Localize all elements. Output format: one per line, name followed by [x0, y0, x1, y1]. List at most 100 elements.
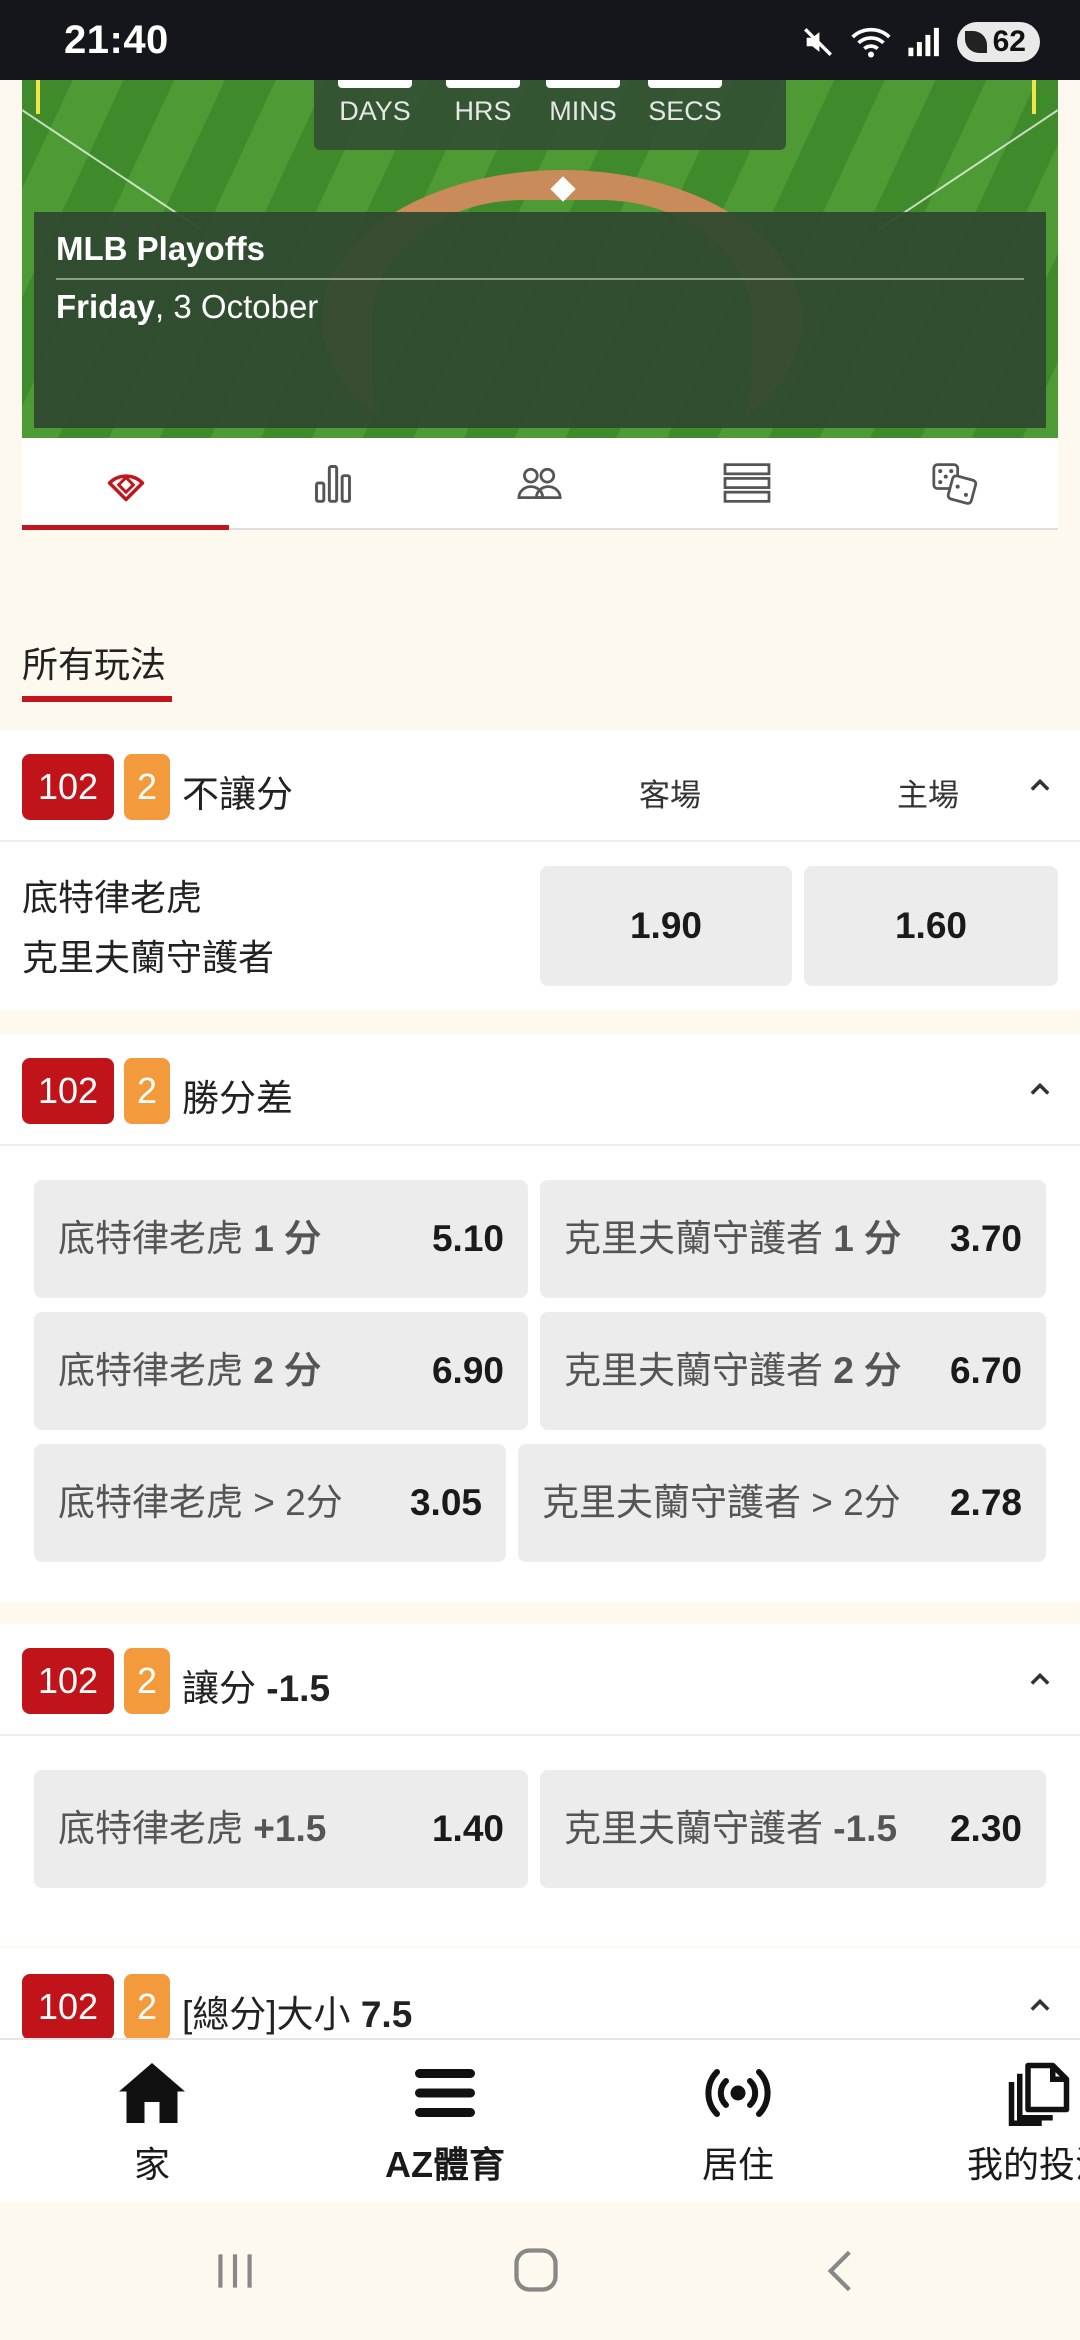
players-icon [517, 467, 562, 500]
nav-az-sports-label: AZ體育 [385, 2144, 505, 2185]
event-day: Friday [56, 288, 156, 325]
pick-odds: 2.78 [949, 1482, 1022, 1523]
event-hero-banner: DAYS HRS MINS SECS MLB Playoffs Friday, … [22, 80, 1058, 438]
countdown-mins-label: MINS [549, 96, 617, 126]
status-icons: 62 [801, 22, 1040, 62]
nav-home[interactable]: 家 [100, 2060, 204, 2188]
countdown-secs-label: SECS [648, 96, 722, 126]
live-broadcast-icon [705, 2069, 771, 2117]
nav-my-bets-label: 我的投注 [966, 2144, 1080, 2185]
signal-icon [908, 27, 939, 57]
wifi-icon [851, 27, 891, 58]
pick-margin: 1 分 [833, 1218, 902, 1259]
odds-home-button[interactable]: 1.60 [804, 866, 1058, 986]
pick-odds: 3.70 [949, 1218, 1022, 1259]
nav-az-sports[interactable]: AZ體育 [370, 2060, 520, 2188]
chevron-up-icon[interactable] [1026, 1992, 1054, 2020]
tab-stats[interactable] [229, 438, 436, 528]
countdown: DAYS HRS MINS SECS [314, 80, 786, 150]
pick-label: 克里夫蘭守護者 2 分 [564, 1312, 901, 1430]
pick-label: 底特律老虎 +1.5 [58, 1770, 326, 1888]
handicap-pick-button[interactable]: 克里夫蘭守護者 -1.5 2.30 [540, 1770, 1046, 1888]
system-navigation-bar [0, 2202, 1080, 2340]
pick-margin: > 2分 [253, 1482, 343, 1523]
pick-margin: 1 分 [253, 1218, 322, 1259]
pick-team: 底特律老虎 [58, 1482, 243, 1523]
chevron-up-icon[interactable] [1026, 772, 1054, 800]
market-title-text: 讓分 [182, 1668, 267, 1709]
team-away-name: 底特律老虎 [22, 877, 203, 918]
market-title: 勝分差 [182, 1078, 293, 1119]
market-teams: 底特律老虎 克里夫蘭守護者 [22, 868, 274, 988]
countdown-mins-value [546, 80, 620, 88]
nav-live[interactable]: 居住 [686, 2060, 790, 2188]
pick-team: 底特律老虎 [58, 1350, 243, 1391]
pick-odds: 3.05 [409, 1482, 482, 1523]
pick-margin: 2 分 [833, 1350, 902, 1391]
pick-label: 克里夫蘭守護者 1 分 [564, 1180, 901, 1298]
pick-label: 底特律老虎 > 2分 [58, 1444, 343, 1562]
sport-code-badge: 102 [22, 754, 114, 820]
bottom-nav: 家 AZ體育 居住 我的投注 [0, 2038, 1080, 2202]
tab-casino[interactable] [851, 438, 1058, 528]
tab-lineups[interactable] [436, 438, 643, 528]
margin-pick-button[interactable]: 克里夫蘭守護者 2 分 6.70 [540, 1312, 1046, 1430]
countdown-hours-value [446, 80, 520, 88]
market-header[interactable]: 102 2 勝分差 [0, 1034, 1080, 1146]
chevron-up-icon[interactable] [1026, 1666, 1054, 1694]
countdown-days-label: DAYS [339, 96, 411, 126]
market-header[interactable]: 102 2 [總分]大小 7.5 [0, 1948, 1080, 2038]
event-info: MLB Playoffs Friday, 3 October [34, 212, 1046, 428]
pick-margin: > 2分 [811, 1482, 901, 1523]
recent-apps-icon[interactable] [210, 2246, 260, 2296]
pick-odds: 2.30 [949, 1808, 1022, 1849]
period-badge: 2 [124, 1648, 170, 1714]
margin-pick-button[interactable]: 底特律老虎 1 分 5.10 [34, 1180, 528, 1298]
tab-standings[interactable] [644, 438, 851, 528]
countdown-days-value [338, 80, 412, 88]
list-icon [723, 463, 771, 503]
market-header[interactable]: 102 2 讓分 -1.5 [0, 1624, 1080, 1736]
pick-label: 底特律老虎 1 分 [58, 1180, 321, 1298]
market-header[interactable]: 102 2 不讓分 客場 主場 [0, 730, 1080, 842]
pick-odds: 6.90 [431, 1350, 504, 1391]
margin-pick-button[interactable]: 底特律老虎 > 2分 3.05 [34, 1444, 506, 1562]
period-badge: 2 [124, 754, 170, 820]
margin-pick-button[interactable]: 克里夫蘭守護者 > 2分 2.78 [518, 1444, 1046, 1562]
period-badge: 2 [124, 1974, 170, 2038]
handicap-pick-button[interactable]: 底特律老虎 +1.5 1.40 [34, 1770, 528, 1888]
pick-team: 底特律老虎 [58, 1218, 243, 1259]
market-totals: 102 2 [總分]大小 7.5 [0, 1948, 1080, 2038]
pick-label: 克里夫蘭守護者 > 2分 [542, 1444, 901, 1562]
market-title-line: -1.5 [266, 1668, 331, 1709]
pick-team: 克里夫蘭守護者 [564, 1218, 823, 1259]
odds-away-button[interactable]: 1.90 [540, 866, 792, 986]
copy-docs-icon [1008, 2062, 1070, 2126]
sport-code-badge: 102 [22, 1974, 114, 2038]
margin-pick-button[interactable]: 克里夫蘭守護者 1 分 3.70 [540, 1180, 1046, 1298]
pick-margin: 2 分 [253, 1350, 322, 1391]
team-home-name: 克里夫蘭守護者 [22, 937, 275, 978]
pick-label: 克里夫蘭守護者 -1.5 [564, 1770, 897, 1888]
margin-pick-button[interactable]: 底特律老虎 2 分 6.90 [34, 1312, 528, 1430]
event-date: Friday, 3 October [56, 288, 318, 326]
pick-odds: 5.10 [431, 1218, 504, 1259]
pick-label: 底特律老虎 2 分 [58, 1312, 321, 1430]
market-title: [總分]大小 7.5 [182, 1984, 412, 2038]
countdown-secs-value [648, 80, 722, 88]
section-title[interactable]: 所有玩法 [22, 636, 166, 688]
pick-odds: 6.70 [949, 1350, 1022, 1391]
mute-icon [803, 28, 832, 56]
home-system-icon[interactable] [510, 2244, 562, 2296]
pick-line: +1.5 [253, 1808, 327, 1849]
bar-chart-icon [314, 465, 351, 503]
pick-team: 克里夫蘭守護者 [542, 1482, 801, 1523]
column-header-home: 主場 [897, 778, 959, 813]
nav-live-label: 居住 [701, 2144, 774, 2185]
chevron-up-icon[interactable] [1026, 1076, 1054, 1104]
nav-my-bets[interactable]: 我的投注 [954, 2060, 1080, 2188]
back-icon[interactable] [816, 2246, 866, 2296]
event-title: MLB Playoffs [56, 230, 266, 267]
tab-markets[interactable] [22, 438, 230, 530]
pick-team: 底特律老虎 [58, 1808, 243, 1849]
